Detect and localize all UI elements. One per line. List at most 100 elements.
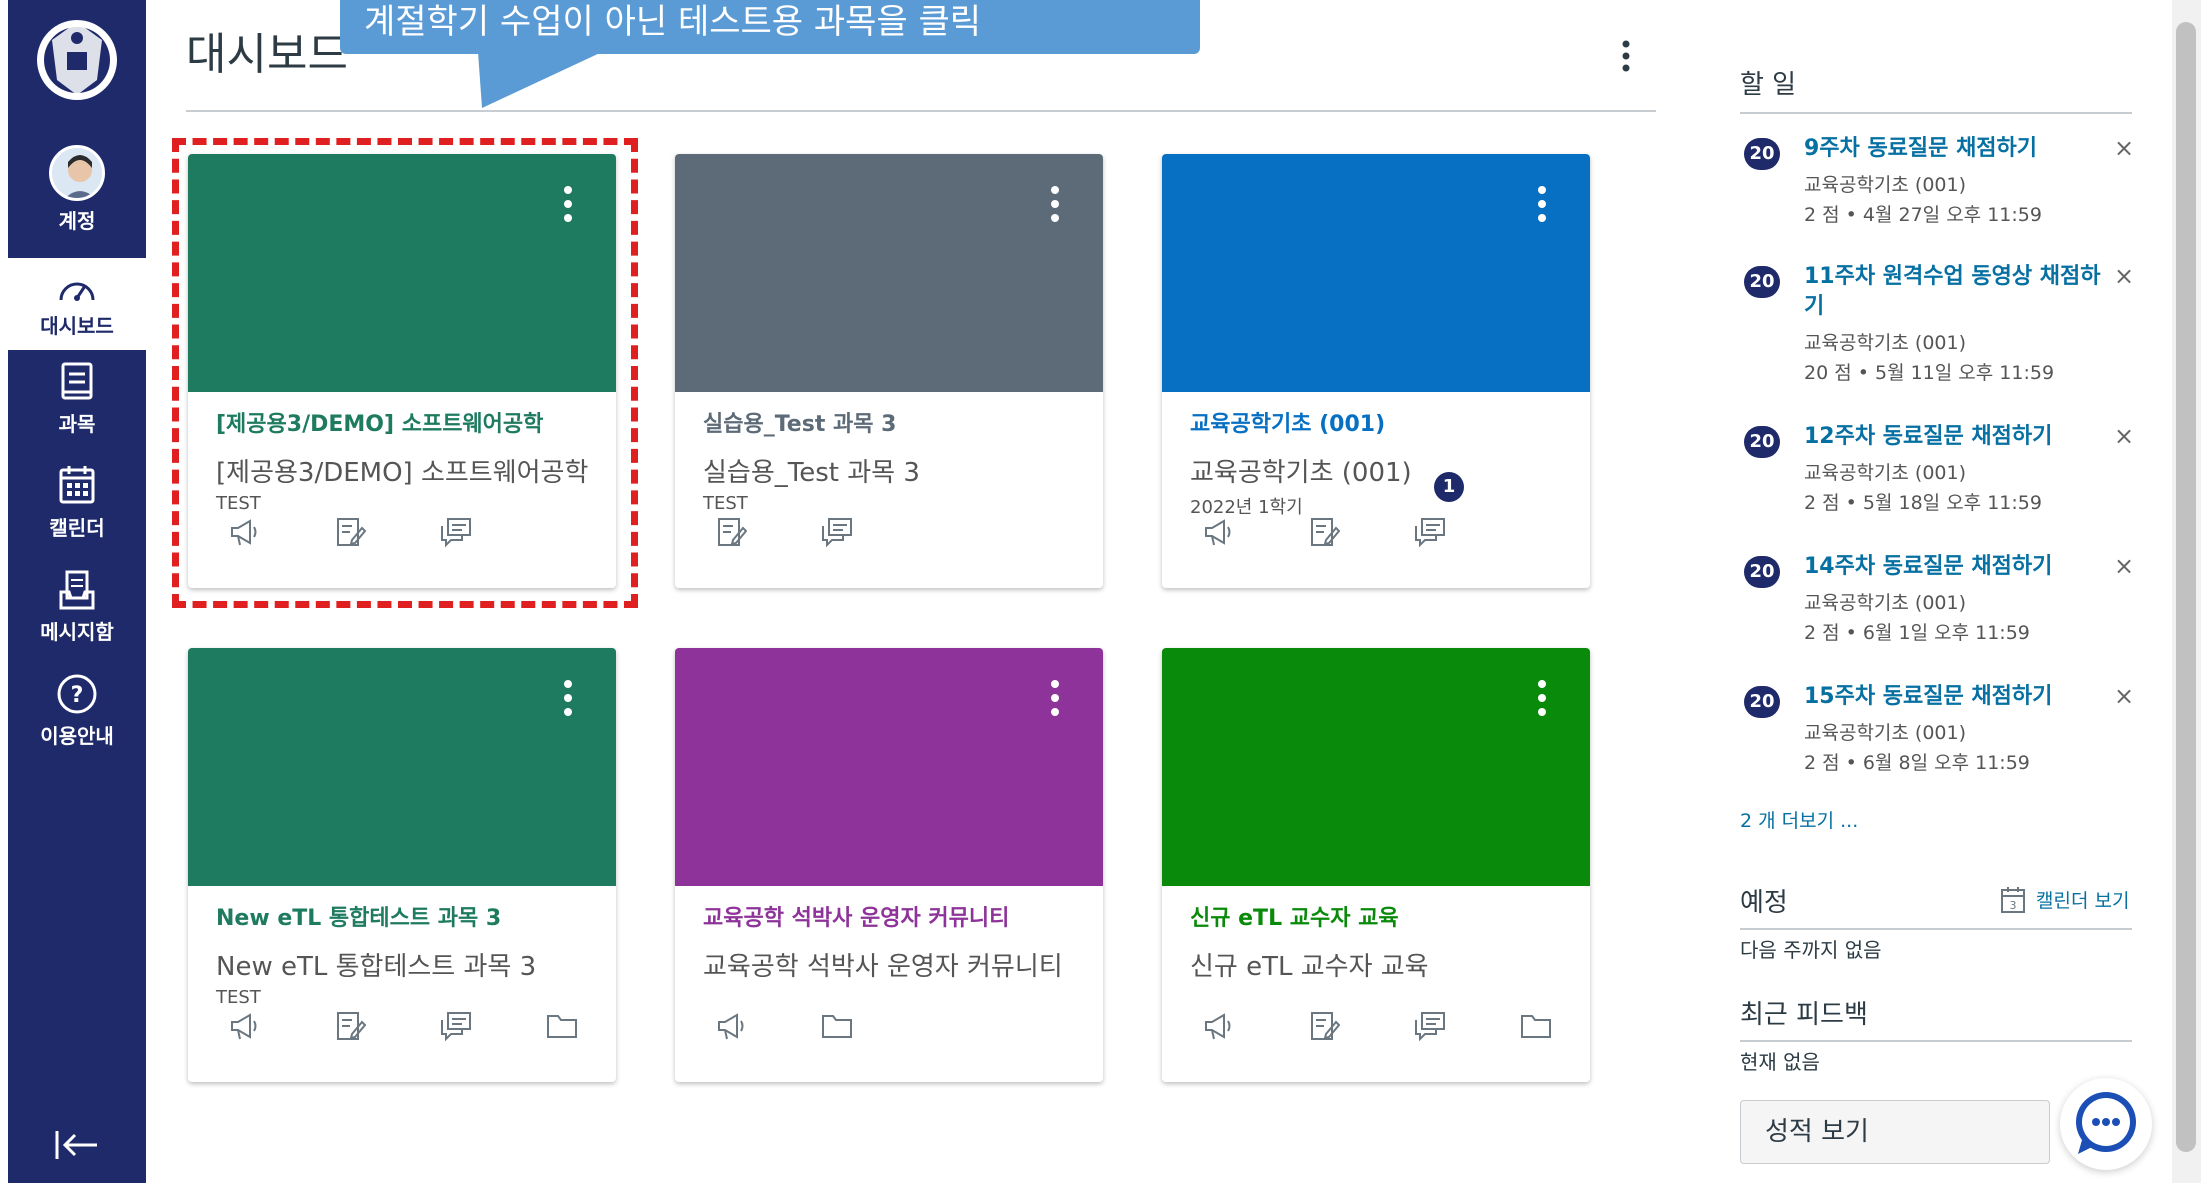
inbox-icon [59, 570, 95, 610]
card-title[interactable]: New eTL 통합테스트 과목 3 [216, 900, 588, 932]
dismiss-icon[interactable]: × [2114, 552, 2134, 580]
dismiss-icon[interactable]: × [2114, 682, 2134, 710]
card-header-color[interactable] [675, 154, 1103, 392]
card-title[interactable]: 신규 eTL 교수자 교육 [1190, 900, 1562, 932]
discussion-icon[interactable] [1414, 1010, 1446, 1042]
sidebar-item-label: 캘린더 [49, 516, 105, 540]
unread-count-badge: 1 [1434, 472, 1464, 502]
megaphone-icon[interactable] [228, 1010, 260, 1042]
todo-title-link[interactable]: 9주차 동료질문 채점하기 [1804, 134, 2104, 164]
todo-meta: 2 점 • 4월 27일 오후 11:59 [1804, 204, 2042, 226]
collapse-nav-button[interactable] [53, 1125, 101, 1169]
dismiss-icon[interactable]: × [2114, 134, 2134, 162]
assignment-icon[interactable] [334, 1010, 366, 1042]
course-card[interactable]: 신규 eTL 교수자 교육 신규 eTL 교수자 교육 [1162, 648, 1590, 1082]
university-logo[interactable] [32, 10, 122, 110]
todo-course: 교육공학기초 (001) [1804, 592, 1967, 614]
card-subtitle: 교육공학 석박사 운영자 커뮤니티 [703, 952, 1063, 982]
instruction-callout: 계절학기 수업이 아닌 테스트용 과목을 클릭 [340, 0, 1200, 54]
todo-title-link[interactable]: 12주차 동료질문 채점하기 [1804, 422, 2104, 452]
course-card[interactable]: 교육공학 석박사 운영자 커뮤니티 교육공학 석박사 운영자 커뮤니티 [675, 648, 1103, 1082]
chat-button[interactable] [2060, 1078, 2152, 1170]
card-options-icon[interactable] [1538, 186, 1548, 228]
highlight-box [172, 138, 638, 608]
folder-icon[interactable] [1520, 1010, 1552, 1042]
card-header-color[interactable] [1162, 154, 1590, 392]
sidebar-item-label: 과목 [58, 412, 96, 436]
show-more-link[interactable]: 2 개 더보기 ... [1740, 806, 1858, 833]
card-title[interactable]: 실습용_Test 과목 3 [703, 406, 1075, 438]
card-subtitle: New eTL 통합테스트 과목 3 [216, 952, 537, 982]
todo-meta: 2 점 • 6월 1일 오후 11:59 [1804, 622, 2030, 644]
dashboard-options-button[interactable] [1616, 38, 1636, 74]
sidebar-item-label: 대시보드 [40, 314, 114, 338]
folder-icon[interactable] [546, 1010, 578, 1042]
dismiss-icon[interactable]: × [2114, 422, 2134, 450]
assignment-icon[interactable] [715, 516, 747, 548]
sidebar-item-courses[interactable]: 과목 [8, 360, 146, 437]
discussion-icon[interactable] [1414, 516, 1446, 548]
assignment-icon[interactable] [1308, 1010, 1340, 1042]
todo-item[interactable]: 20 15주차 동료질문 채점하기 교육공학기초 (001) 2 점 • 6월 … [1744, 682, 2134, 782]
todo-item[interactable]: 20 12주차 동료질문 채점하기 교육공학기초 (001) 2 점 • 5월 … [1744, 422, 2134, 522]
upcoming-heading: 예정 [1740, 888, 1788, 918]
scrollbar-thumb[interactable] [2176, 22, 2196, 1152]
sidebar-item-inbox[interactable]: 메시지함 [8, 568, 146, 645]
card-options-icon[interactable] [1538, 680, 1548, 722]
dismiss-icon[interactable]: × [2114, 262, 2134, 290]
discussion-icon[interactable] [440, 1010, 472, 1042]
assignment-badge: 20 [1744, 556, 1780, 588]
assignment-badge: 20 [1744, 426, 1780, 458]
assignment-icon[interactable] [1308, 516, 1340, 548]
course-card[interactable]: New eTL 통합테스트 과목 3 New eTL 통합테스트 과목 3 TE… [188, 648, 616, 1082]
todo-meta: 20 점 • 5월 11일 오후 11:59 [1804, 362, 2055, 384]
todo-item[interactable]: 20 14주차 동료질문 채점하기 교육공학기초 (001) 2 점 • 6월 … [1744, 552, 2134, 652]
calendar-icon [59, 466, 95, 504]
card-title[interactable]: 교육공학기초 (001) [1190, 406, 1562, 438]
sidebar-item-account[interactable]: 계정 [8, 145, 146, 234]
todo-meta: 2 점 • 6월 8일 오후 11:59 [1804, 752, 2030, 774]
sidebar-item-dashboard[interactable]: 대시보드 [8, 258, 146, 350]
assignment-badge: 20 [1744, 266, 1780, 298]
view-grades-button[interactable]: 성적 보기 [1740, 1100, 2050, 1164]
header-divider [186, 110, 1656, 112]
card-subtitle: 교육공학기초 (001) [1190, 458, 1412, 488]
sidebar-item-label: 메시지함 [40, 620, 114, 644]
todo-title-link[interactable]: 14주차 동료질문 채점하기 [1804, 552, 2104, 582]
assignment-badge: 20 [1744, 138, 1780, 170]
card-title[interactable]: 교육공학 석박사 운영자 커뮤니티 [703, 900, 1075, 932]
card-header-color[interactable] [1162, 648, 1590, 886]
calendar-link[interactable]: 캘린더 보기 [2036, 886, 2129, 913]
megaphone-icon[interactable] [715, 1010, 747, 1042]
upcoming-divider [1740, 928, 2132, 930]
megaphone-icon[interactable] [1202, 1010, 1234, 1042]
todo-item[interactable]: 20 9주차 동료질문 채점하기 교육공학기초 (001) 2 점 • 4월 2… [1744, 134, 2134, 234]
todo-item[interactable]: 20 11주차 원격수업 동영상 채점하기 교육공학기초 (001) 20 점 … [1744, 262, 2134, 392]
card-options-icon[interactable] [1051, 186, 1061, 228]
course-card[interactable]: 실습용_Test 과목 3 실습용_Test 과목 3 TEST [675, 154, 1103, 588]
todo-course: 교육공학기초 (001) [1804, 174, 1967, 196]
card-header-color[interactable] [188, 648, 616, 886]
todo-title-link[interactable]: 11주차 원격수업 동영상 채점하기 [1804, 262, 2104, 322]
callout-pointer [478, 52, 602, 108]
calendar-icon-number: 3 [2010, 899, 2017, 912]
course-card[interactable]: 교육공학기초 (001) 교육공학기초 (001) 2022년 1학기 1 [1162, 154, 1590, 588]
todo-meta: 2 점 • 5월 18일 오후 11:59 [1804, 492, 2042, 514]
folder-icon[interactable] [821, 1010, 853, 1042]
card-options-icon[interactable] [564, 680, 574, 722]
discussion-icon[interactable] [821, 516, 853, 548]
card-options-icon[interactable] [1051, 680, 1061, 722]
sidebar-item-calendar[interactable]: 캘린더 [8, 464, 146, 541]
sidebar-item-help[interactable]: ? 이용안내 [8, 672, 146, 749]
sidebar-item-label: 이용안내 [40, 724, 114, 748]
card-header-color[interactable] [675, 648, 1103, 886]
feedback-heading: 최근 피드백 [1740, 1000, 1868, 1030]
assignment-badge: 20 [1744, 686, 1780, 718]
card-term: 2022년 1학기 [1190, 497, 1303, 518]
megaphone-icon[interactable] [1202, 516, 1234, 548]
chat-bubble-icon [2076, 1092, 2136, 1154]
todo-title-link[interactable]: 15주차 동료질문 채점하기 [1804, 682, 2104, 712]
collapse-arrow-icon [55, 1131, 97, 1159]
todo-course: 교육공학기초 (001) [1804, 462, 1967, 484]
upcoming-empty-text: 다음 주까지 없음 [1740, 938, 1882, 962]
